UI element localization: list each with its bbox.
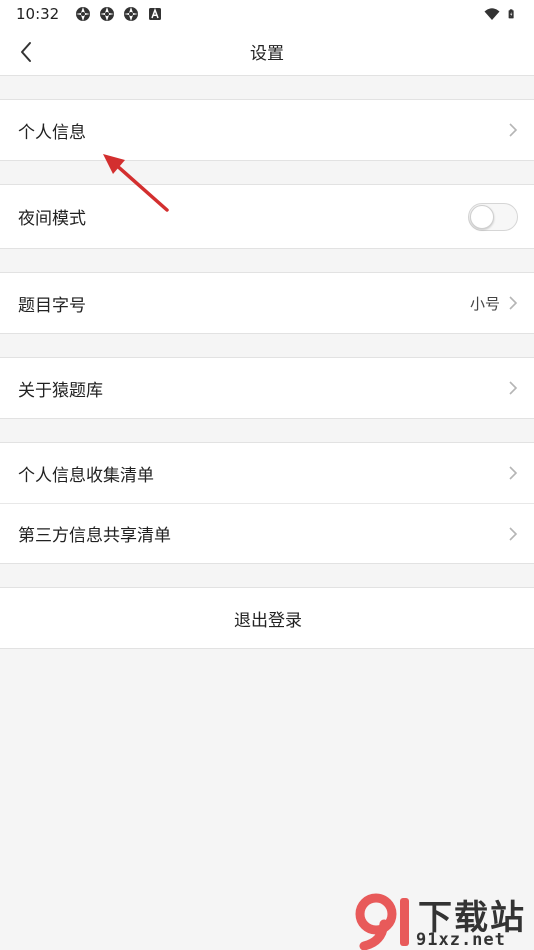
row-font-size[interactable]: 题目字号 小号 <box>0 273 534 333</box>
aperture-icon <box>100 7 115 21</box>
row-label: 夜间模式 <box>18 209 86 229</box>
group-about: 关于猿题库 <box>0 357 534 419</box>
row-night-mode: 夜间模式 <box>0 185 534 248</box>
group-logout: 退出登录 <box>0 587 534 649</box>
row-label: 第三方信息共享清单 <box>18 526 171 546</box>
toggle-knob <box>470 204 494 229</box>
chevron-right-icon <box>509 296 518 310</box>
back-button[interactable] <box>10 36 42 68</box>
status-left-icons <box>75 6 163 22</box>
row-label: 关于猿题库 <box>18 380 103 401</box>
row-info-collection-list[interactable]: 个人信息收集清单 <box>0 443 534 503</box>
group-font-size: 题目字号 小号 <box>0 272 534 334</box>
chevron-right-icon <box>509 123 518 137</box>
night-mode-toggle[interactable] <box>468 202 518 231</box>
watermark: 下载站 91xz.net <box>354 890 532 950</box>
settings-screen: 10:32 设置 个人信息 夜间模式 题目字号 小号 关于猿题库 个人信息收集清… <box>0 0 534 950</box>
row-personal-info[interactable]: 个人信息 <box>0 100 534 160</box>
group-personal-info: 个人信息 <box>0 99 534 161</box>
chevron-right-icon <box>509 381 518 395</box>
a-badge-icon <box>149 7 162 20</box>
chevron-right-icon <box>509 526 518 541</box>
row-about[interactable]: 关于猿题库 <box>0 358 534 418</box>
wifi-icon <box>484 8 500 20</box>
row-label: 个人信息 <box>18 122 86 143</box>
logout-label: 退出登录 <box>234 610 302 631</box>
status-time: 10:32 <box>16 5 60 23</box>
status-right-icons <box>484 6 518 22</box>
watermark-logo-icon <box>355 893 409 950</box>
watermark-site: 91xz.net <box>416 930 506 950</box>
group-privacy-lists: 个人信息收集清单 第三方信息共享清单 <box>0 442 534 564</box>
font-size-value: 小号 <box>469 294 500 313</box>
battery-icon <box>508 9 514 19</box>
chevron-left-icon <box>21 42 31 62</box>
page-title: 设置 <box>250 44 284 64</box>
chevron-right-icon <box>509 466 518 480</box>
row-third-party-list[interactable]: 第三方信息共享清单 <box>0 503 534 563</box>
row-label: 题目字号 <box>18 295 86 316</box>
aperture-icon <box>76 7 91 21</box>
nav-bar: 设置 <box>0 28 534 76</box>
aperture-icon <box>124 7 139 21</box>
group-night-mode: 夜间模式 <box>0 184 534 249</box>
row-label: 个人信息收集清单 <box>18 465 154 486</box>
status-bar: 10:32 <box>0 0 534 28</box>
logout-button[interactable]: 退出登录 <box>0 588 534 648</box>
